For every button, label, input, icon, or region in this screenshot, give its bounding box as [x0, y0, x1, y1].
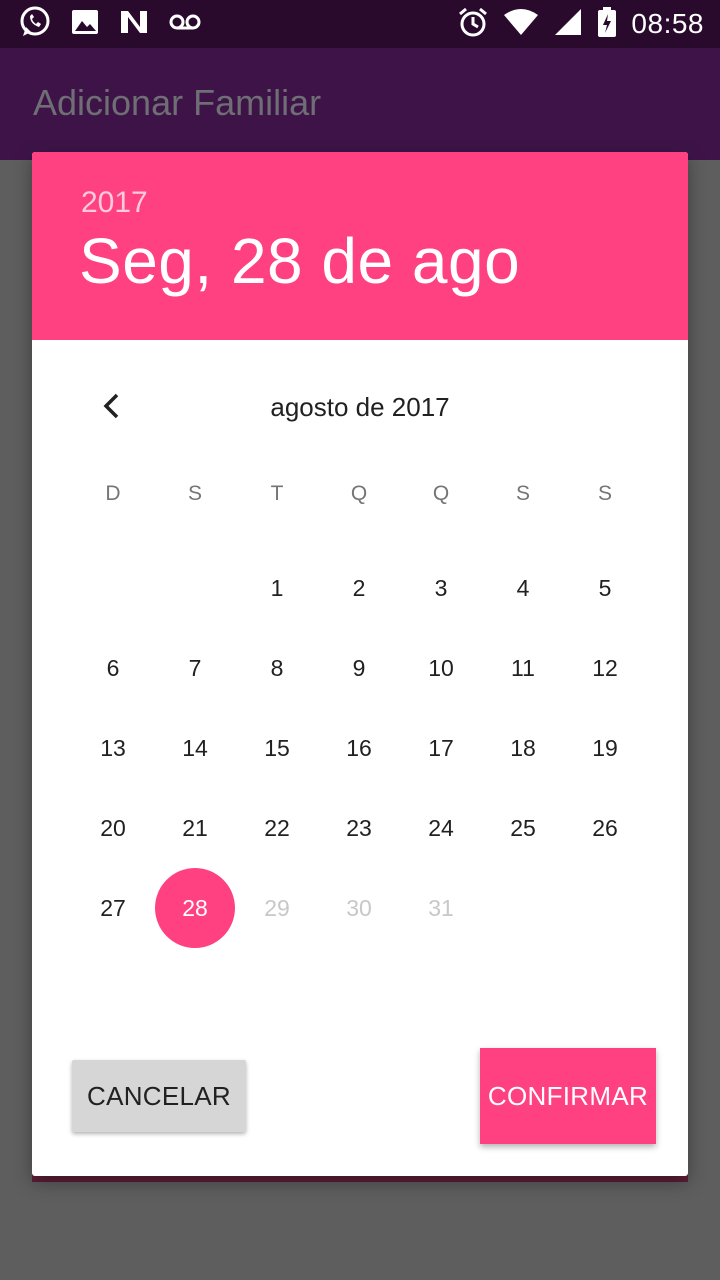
calendar-day-label: 23 [346, 814, 372, 841]
alarm-icon [457, 6, 489, 43]
calendar-day-label: 22 [264, 814, 290, 841]
calendar-day-label: 31 [428, 894, 454, 921]
app-bar: Adicionar Familiar [0, 48, 720, 160]
calendar-day-label: 24 [428, 814, 454, 841]
calendar-day-label: 26 [592, 814, 618, 841]
calendar-day-label: 3 [434, 574, 448, 601]
calendar-day-selected[interactable]: 28 [154, 868, 236, 948]
calendar-day[interactable]: 16 [318, 708, 400, 788]
weekday-label: Q [432, 482, 450, 505]
calendar-day-label: 1 [270, 574, 284, 601]
date-picker-header: 2017 Seg, 28 de ago [32, 152, 688, 340]
calendar-day[interactable]: 10 [400, 628, 482, 708]
calendar-day-label: 27 [100, 894, 126, 921]
calendar-day-label: 21 [182, 814, 208, 841]
calendar-day-label: 5 [598, 574, 612, 601]
calendar-day-label: 2 [352, 574, 366, 601]
calendar-day-label: 15 [264, 734, 290, 761]
weekday-label: S [597, 482, 612, 505]
confirm-button[interactable]: CONFIRMAR [480, 1048, 656, 1144]
calendar-day[interactable]: 22 [236, 788, 318, 868]
voicemail-icon [168, 12, 202, 37]
calendar-day-label: 7 [188, 654, 202, 681]
calendar-day[interactable]: 7 [154, 628, 236, 708]
calendar-day-label: 13 [100, 734, 126, 761]
date-picker-dialog: 2017 Seg, 28 de ago agosto de 2017 DSTQQ… [32, 152, 688, 1176]
calendar-day[interactable]: 2 [318, 548, 400, 628]
calendar-day-label: 9 [352, 654, 366, 681]
calendar-day[interactable]: 11 [482, 628, 564, 708]
weekday-label: S [515, 482, 530, 505]
status-bar-right: 08:58 [457, 6, 704, 42]
n-notification-icon [118, 7, 150, 42]
calendar-day[interactable]: 19 [564, 708, 646, 788]
calendar-day[interactable]: 8 [236, 628, 318, 708]
weekday-header: DSTQQSS [72, 482, 646, 522]
calendar-day[interactable]: 14 [154, 708, 236, 788]
app-bar-title: Adicionar Familiar [33, 82, 322, 123]
calendar-day[interactable]: 18 [482, 708, 564, 788]
calendar-day-label: 8 [270, 654, 284, 681]
signal-icon [553, 7, 583, 42]
cancel-button[interactable]: CANCELAR [72, 1060, 246, 1132]
calendar-day-label: 10 [428, 654, 454, 681]
wifi-icon [503, 8, 539, 41]
calendar-day-label: 4 [516, 574, 530, 601]
calendar-day-label: 17 [428, 734, 454, 761]
calendar-day-label: 19 [592, 734, 618, 761]
battery-charging-icon [597, 6, 617, 43]
weekday-label: D [105, 482, 121, 505]
calendar-day[interactable]: 12 [564, 628, 646, 708]
month-navigation: agosto de 2017 [32, 380, 688, 436]
calendar-day-label: 28 [182, 894, 208, 921]
calendar-day-label: 6 [106, 654, 120, 681]
calendar-day[interactable]: 4 [482, 548, 564, 628]
calendar-day: 29 [236, 868, 318, 948]
calendar-day-label: 11 [511, 654, 535, 681]
whatsapp-icon [18, 5, 52, 44]
calendar-day[interactable]: 25 [482, 788, 564, 868]
month-title: agosto de 2017 [270, 392, 450, 422]
calendar-day: 30 [318, 868, 400, 948]
calendar-day[interactable]: 1 [236, 548, 318, 628]
calendar-day-label: 25 [510, 814, 536, 841]
weekday-label: Q [350, 482, 368, 505]
calendar-day[interactable]: 5 [564, 548, 646, 628]
weekday-label: T [270, 482, 284, 505]
calendar-day[interactable]: 20 [72, 788, 154, 868]
calendar-day-label: 18 [510, 734, 536, 761]
calendar-day: 31 [400, 868, 482, 948]
calendar-day[interactable]: 6 [72, 628, 154, 708]
header-selected-date[interactable]: Seg, 28 de ago [79, 224, 520, 298]
calendar-day[interactable]: 24 [400, 788, 482, 868]
weekday-label: S [187, 482, 202, 505]
calendar-day[interactable]: 27 [72, 868, 154, 948]
image-icon [70, 7, 100, 42]
status-bar: 08:58 [0, 0, 720, 48]
calendar-grid: 1 2 3 4 5 6 7 8 9 10 11 12 13 14 15 16 17 18 19 20 21 22 23 24 2… [72, 548, 646, 968]
calendar-day-label: 12 [592, 654, 618, 681]
calendar-day-label: 20 [100, 814, 126, 841]
calendar-day[interactable]: 15 [236, 708, 318, 788]
calendar-day[interactable]: 21 [154, 788, 236, 868]
calendar-day[interactable]: 17 [400, 708, 482, 788]
header-year[interactable]: 2017 [81, 186, 148, 220]
calendar-day[interactable]: 3 [400, 548, 482, 628]
calendar-day-label: 14 [182, 734, 208, 761]
calendar-day-label: 16 [346, 734, 372, 761]
status-bar-left [18, 6, 202, 42]
calendar-day[interactable]: 13 [72, 708, 154, 788]
calendar-day[interactable]: 23 [318, 788, 400, 868]
calendar-day-label: 30 [346, 894, 372, 921]
calendar-day-label: 29 [264, 894, 290, 921]
calendar-day[interactable]: 9 [318, 628, 400, 708]
calendar-day[interactable]: 26 [564, 788, 646, 868]
status-bar-time: 08:58 [631, 8, 704, 39]
